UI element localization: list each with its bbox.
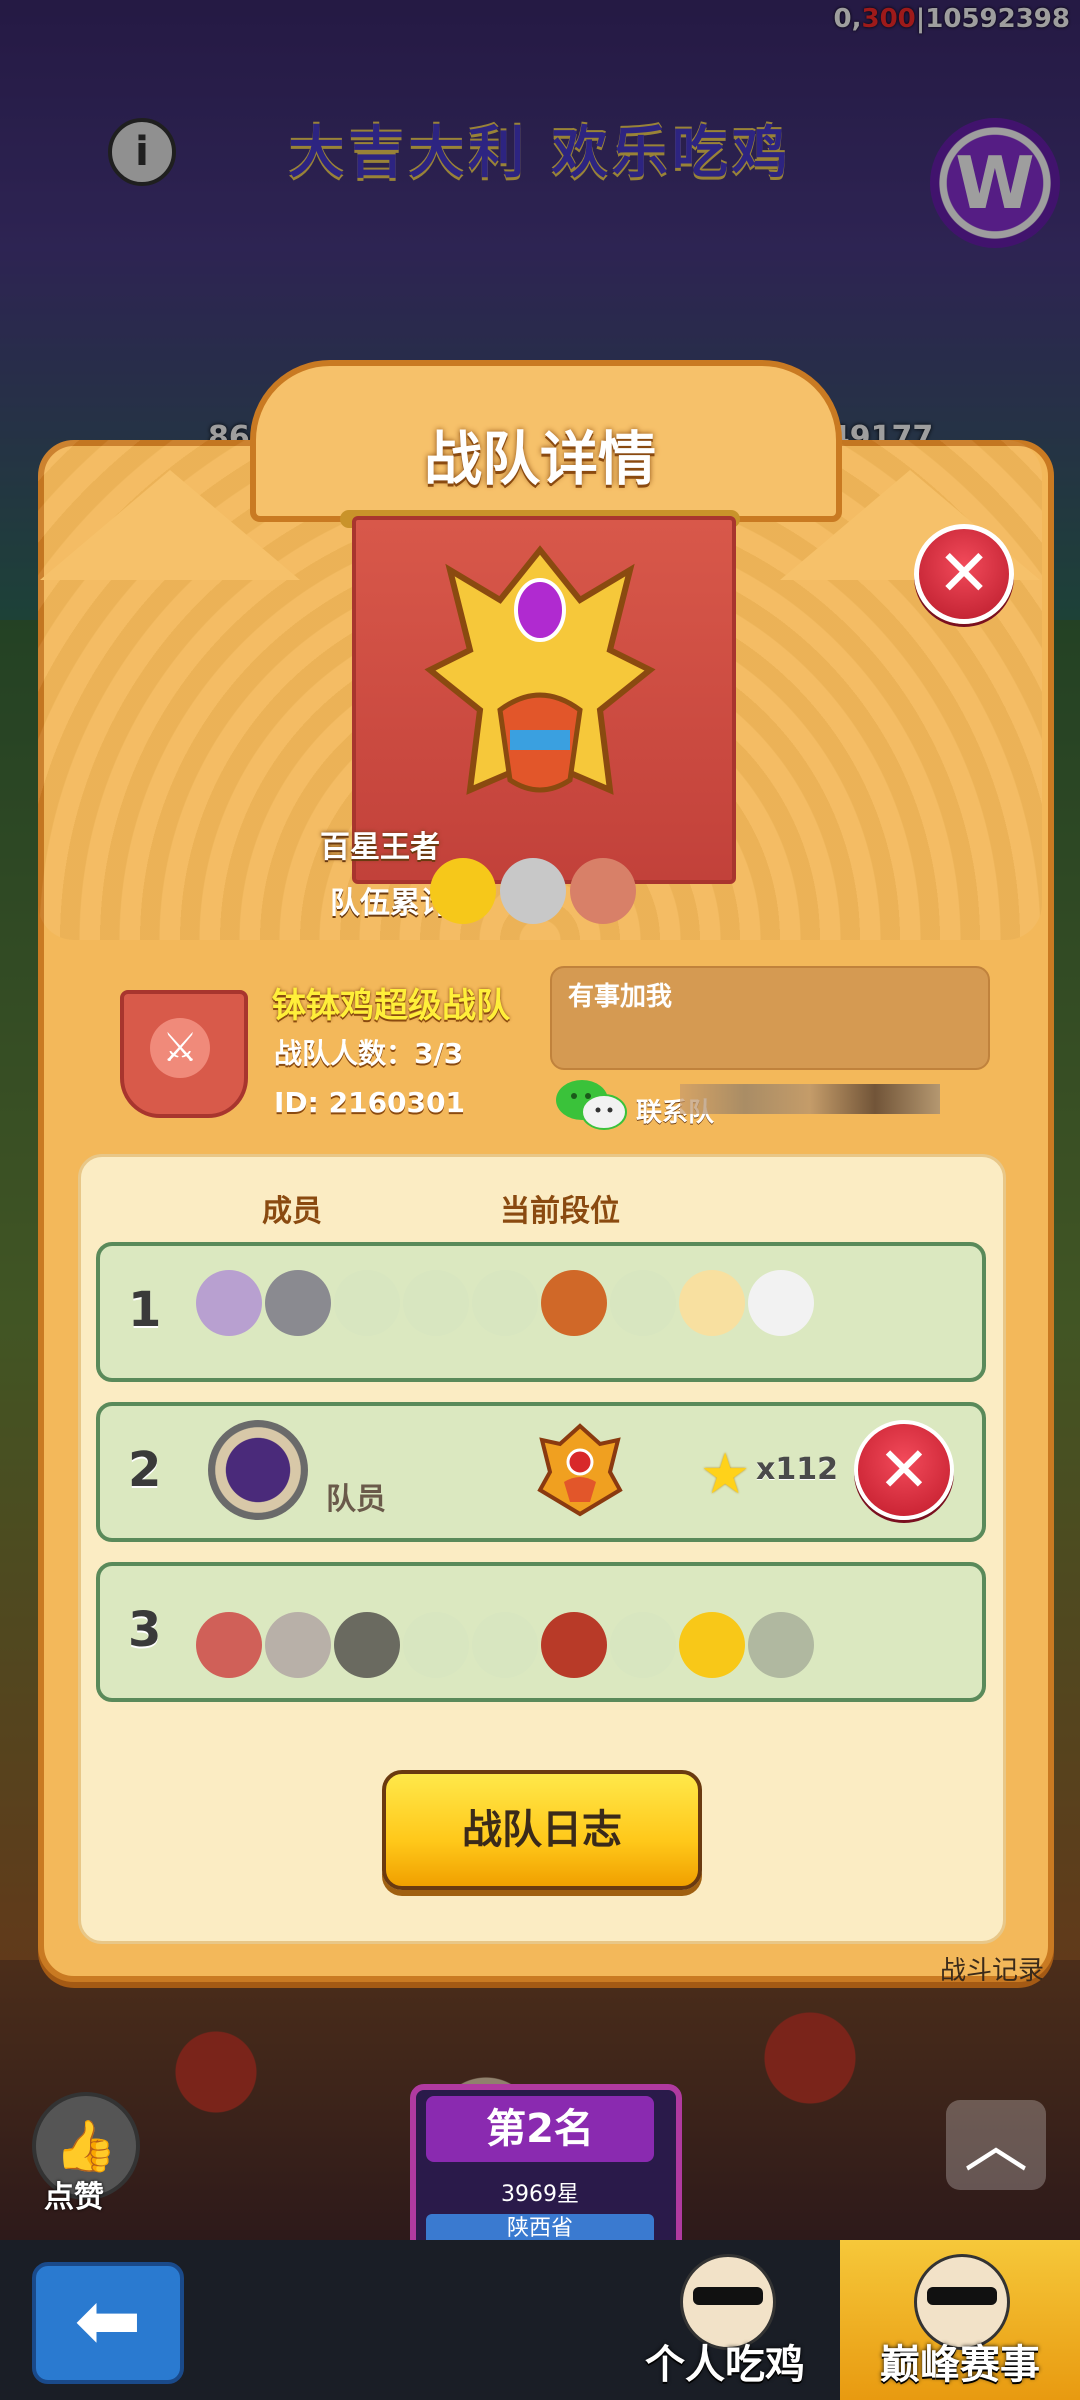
team-name: 钵钵鸡超级战队 bbox=[272, 986, 510, 1026]
column-member: 成员 bbox=[262, 1194, 322, 1229]
contact-blurred bbox=[680, 1084, 940, 1114]
team-member-count: 战队人数：3/3 bbox=[274, 1037, 464, 1070]
ranking-place: 第2名 bbox=[426, 2096, 654, 2162]
battle-record-tag[interactable]: 战斗记录 bbox=[940, 1950, 1044, 1987]
avatar[interactable] bbox=[208, 1420, 308, 1520]
team-total-value-blurred bbox=[430, 858, 710, 924]
row-number: 2 bbox=[128, 1442, 162, 1498]
dialog-title: 战队详情 bbox=[423, 425, 656, 493]
close-icon: ✕ bbox=[878, 1433, 930, 1506]
rank-badge-icon bbox=[537, 1423, 623, 1517]
close-button[interactable]: ✕ bbox=[914, 524, 1014, 624]
row-number: 1 bbox=[128, 1282, 162, 1338]
tab-personal[interactable]: 个人吃鸡 bbox=[620, 2240, 830, 2400]
remove-member-button[interactable]: ✕ bbox=[854, 1420, 954, 1520]
wechat-icon[interactable] bbox=[552, 1074, 632, 1134]
star-count: x112 bbox=[756, 1452, 838, 1487]
team-notice-text: 有事加我 bbox=[568, 982, 673, 1012]
like-label: 点赞 bbox=[44, 2180, 104, 2215]
back-button[interactable]: ⬅ bbox=[32, 2262, 184, 2384]
tab-peak-event[interactable]: 巅峰赛事 bbox=[840, 2240, 1080, 2400]
ranking-stars: 3969星 bbox=[501, 2182, 579, 2207]
close-icon: ✕ bbox=[937, 537, 991, 611]
tab-label: 巅峰赛事 bbox=[880, 2342, 1040, 2388]
sword-icon: ⚔ bbox=[150, 1018, 210, 1078]
star-icon: ★ bbox=[700, 1442, 751, 1507]
tab-label: 个人吃鸡 bbox=[645, 2342, 805, 2388]
member-role: 队员 bbox=[326, 1482, 386, 1517]
arrow-left-icon: ⬅ bbox=[74, 2274, 142, 2367]
row-number: 3 bbox=[128, 1602, 162, 1658]
member-info-blurred bbox=[196, 1612, 817, 1678]
team-id: ID: 2160301 bbox=[274, 1086, 465, 1119]
chevron-up-icon[interactable]: ︿ bbox=[946, 2100, 1046, 2190]
member-info-blurred bbox=[196, 1270, 817, 1336]
column-rank: 当前段位 bbox=[500, 1194, 620, 1229]
team-log-button[interactable]: 战队日志 bbox=[382, 1770, 702, 1890]
rank-emblem-icon bbox=[424, 545, 656, 795]
